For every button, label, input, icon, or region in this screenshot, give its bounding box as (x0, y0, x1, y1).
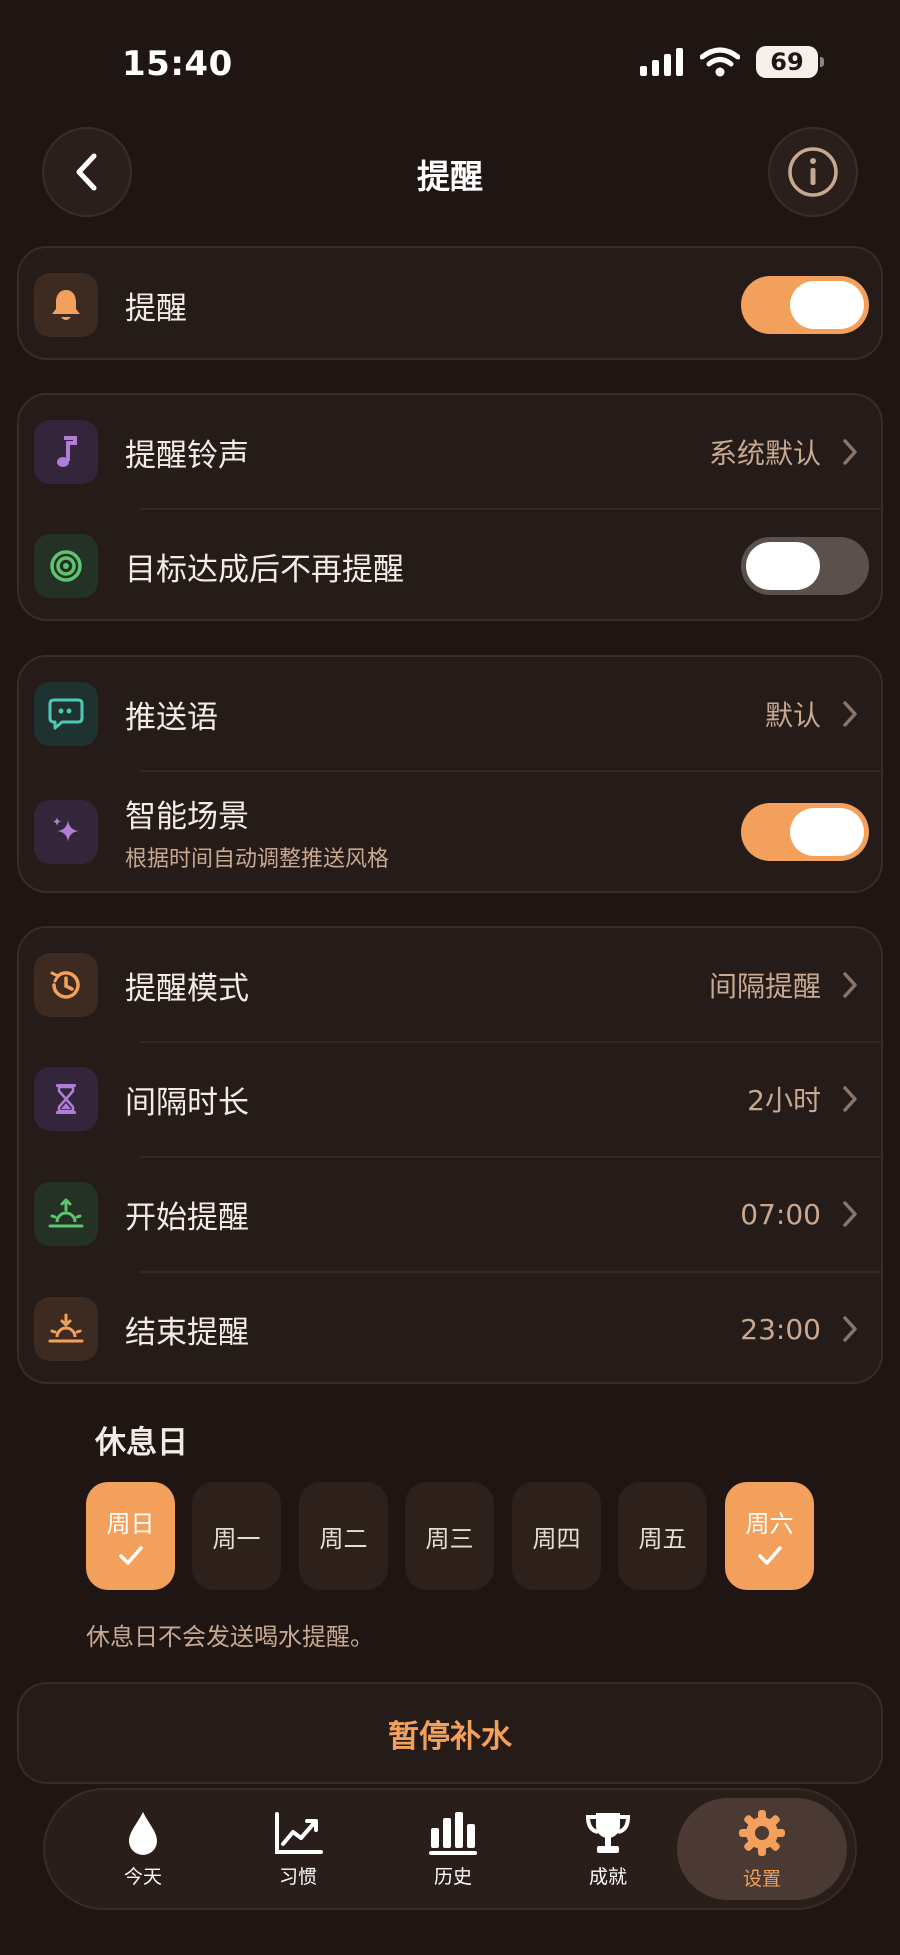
push-card: 推送语 默认 智能场景 根据时间自动调整推送风格 (17, 655, 883, 893)
page-title: 提醒 (417, 157, 483, 196)
checkmark-icon (118, 1545, 143, 1565)
stop-after-goal-row: 目标达成后不再提醒 (19, 509, 881, 623)
rest-day-saturday[interactable]: 周六 (725, 1482, 814, 1590)
status-icons: 69 (640, 46, 824, 78)
schedule-card: 提醒模式 间隔提醒 间隔时长 2小时 开始提醒 07:00 结束提醒 23:00 (17, 926, 883, 1384)
push-text-row[interactable]: 推送语 默认 (19, 657, 881, 771)
rest-day-wednesday[interactable]: 周三 (405, 1482, 494, 1590)
bar-chart-icon (429, 1811, 477, 1855)
rest-days-note: 休息日不会发送喝水提醒。 (86, 1623, 374, 1651)
status-time: 15:40 (122, 44, 233, 84)
reminder-mode-row[interactable]: 提醒模式 间隔提醒 (19, 928, 881, 1042)
day-label: 周日 (106, 1509, 155, 1538)
rest-day-tuesday[interactable]: 周二 (299, 1482, 388, 1590)
reminder-row: 提醒 (19, 248, 881, 362)
start-reminder-label: 开始提醒 (125, 1199, 249, 1236)
day-label: 周一 (212, 1524, 261, 1553)
ringtone-row[interactable]: 提醒铃声 系统默认 (19, 395, 881, 509)
start-reminder-value: 07:00 (740, 1197, 821, 1231)
interval-row[interactable]: 间隔时长 2小时 (19, 1042, 881, 1156)
wifi-icon (700, 47, 740, 77)
hourglass-icon (34, 1067, 98, 1131)
push-text-value: 默认 (764, 699, 821, 732)
start-reminder-row[interactable]: 开始提醒 07:00 (19, 1157, 881, 1271)
target-icon (34, 534, 98, 598)
chevron-right-icon (843, 1201, 857, 1227)
smart-scene-row: 智能场景 根据时间自动调整推送风格 (19, 771, 881, 893)
day-label: 周二 (319, 1524, 368, 1553)
day-label: 周三 (425, 1524, 474, 1553)
reminder-mode-label: 提醒模式 (125, 970, 249, 1007)
push-text-label: 推送语 (125, 699, 218, 736)
reminder-card: 提醒 (17, 246, 883, 360)
rest-days-title: 休息日 (95, 1425, 188, 1461)
reminder-mode-value: 间隔提醒 (708, 970, 821, 1003)
interval-value: 2小时 (747, 1084, 821, 1117)
ringtone-value: 系统默认 (708, 437, 821, 470)
day-label: 周五 (638, 1524, 687, 1553)
battery-indicator: 69 (756, 46, 824, 78)
rest-day-friday[interactable]: 周五 (618, 1482, 707, 1590)
rest-day-sunday[interactable]: 周日 (86, 1482, 175, 1590)
ringtone-label: 提醒铃声 (125, 437, 249, 474)
water-drop-icon (129, 1811, 157, 1855)
smart-scene-sub: 根据时间自动调整推送风格 (125, 847, 390, 872)
stop-after-goal-toggle[interactable] (741, 537, 869, 595)
music-note-icon (34, 420, 98, 484)
chevron-right-icon (843, 972, 857, 998)
tab-label: 今天 (123, 1865, 162, 1888)
gear-icon (739, 1809, 785, 1856)
tab-label: 设置 (742, 1867, 781, 1890)
history-clock-icon (34, 953, 98, 1017)
chevron-right-icon (843, 1316, 857, 1342)
sunrise-icon (34, 1182, 98, 1246)
end-reminder-value: 23:00 (740, 1312, 821, 1346)
interval-label: 间隔时长 (125, 1084, 249, 1121)
chevron-right-icon (843, 439, 857, 465)
tab-today[interactable]: 今天 (63, 1798, 223, 1900)
checkmark-icon (757, 1545, 782, 1565)
end-reminder-label: 结束提醒 (125, 1314, 249, 1351)
info-button[interactable] (768, 127, 858, 217)
signal-icon (640, 48, 683, 76)
chevron-right-icon (843, 701, 857, 727)
tab-label: 习惯 (278, 1865, 317, 1888)
sound-card: 提醒铃声 系统默认 目标达成后不再提醒 (17, 393, 883, 621)
day-label: 周四 (532, 1524, 581, 1553)
stop-after-goal-label: 目标达成后不再提醒 (125, 551, 404, 588)
trophy-icon (585, 1812, 631, 1853)
rest-day-monday[interactable]: 周一 (192, 1482, 281, 1590)
smart-scene-toggle[interactable] (741, 803, 869, 861)
tab-label: 历史 (433, 1865, 472, 1888)
tab-label: 成就 (588, 1865, 627, 1888)
smart-scene-label: 智能场景 (125, 799, 249, 835)
day-label: 周六 (745, 1509, 794, 1538)
tab-bar: 今天 习惯 历史 成就 设置 (43, 1788, 857, 1910)
info-icon (788, 147, 838, 197)
tab-achievements[interactable]: 成就 (528, 1798, 688, 1900)
sparkle-icon (34, 800, 98, 864)
chevron-right-icon (843, 1086, 857, 1112)
chat-quote-icon (34, 682, 98, 746)
end-reminder-row[interactable]: 结束提醒 23:00 (19, 1272, 881, 1386)
reminder-label: 提醒 (125, 290, 187, 327)
tab-habits[interactable]: 习惯 (218, 1798, 378, 1900)
tab-history[interactable]: 历史 (373, 1798, 533, 1900)
reminder-toggle[interactable] (741, 276, 869, 334)
trend-chart-icon (275, 1811, 323, 1854)
bell-icon (34, 273, 98, 337)
sunset-icon (34, 1297, 98, 1361)
rest-day-thursday[interactable]: 周四 (512, 1482, 601, 1590)
tab-settings[interactable]: 设置 (677, 1798, 847, 1900)
pause-hydration-button[interactable]: 暂停补水 (17, 1682, 883, 1784)
